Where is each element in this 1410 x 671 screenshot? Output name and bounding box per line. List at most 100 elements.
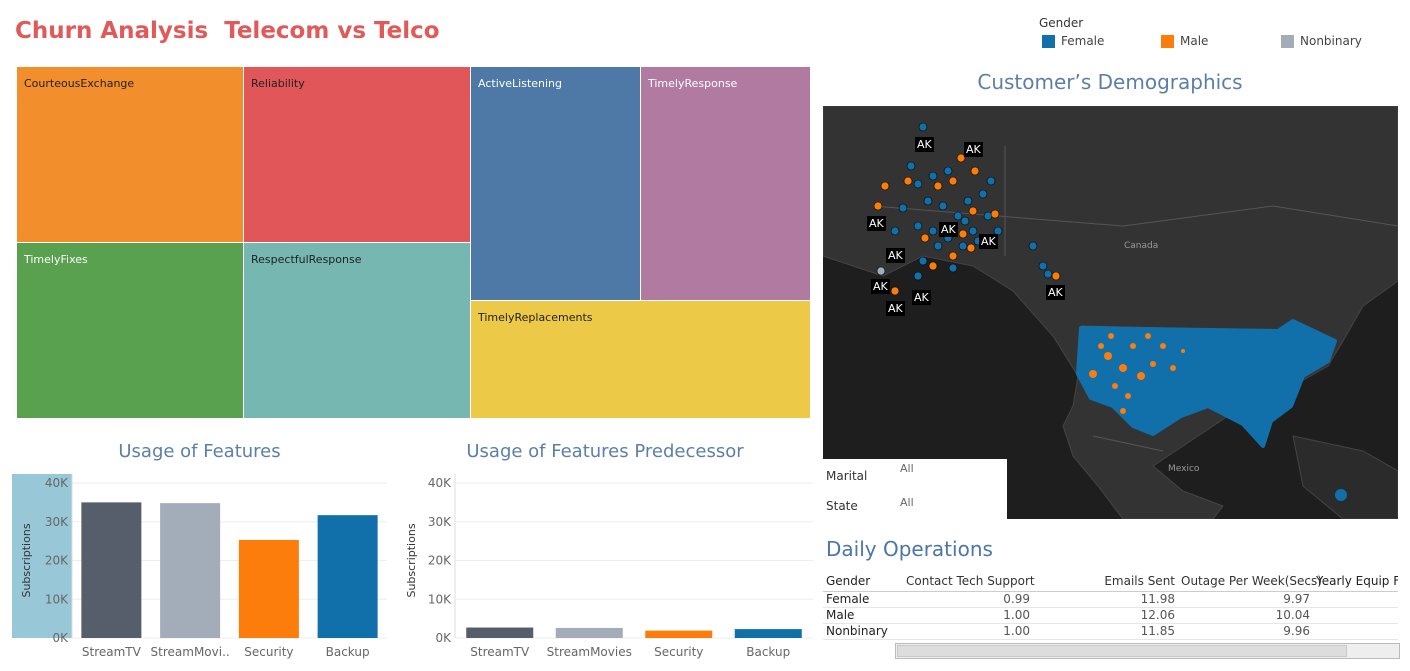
column-header[interactable]: Yearly Equip F (1313, 572, 1398, 592)
legend-item-male[interactable]: Male (1161, 34, 1208, 48)
x-tick-label: Security (654, 645, 703, 659)
table-cell (1313, 607, 1398, 624)
column-header[interactable]: Gender (823, 572, 903, 592)
y-tick-label: 40K (45, 476, 69, 490)
x-tick-label: Backup (326, 645, 370, 659)
legend-swatch-female (1042, 34, 1055, 48)
legend-swatch-male (1161, 34, 1174, 48)
map-label-ak: AK (964, 142, 983, 157)
bar (555, 627, 623, 638)
column-header[interactable]: Emails Sent (1033, 572, 1178, 592)
filter-state-label: State (826, 499, 858, 513)
filter-marital-label: Marital (826, 469, 868, 483)
table-row: Male 1.00 12.06 10.04 (823, 607, 1398, 624)
table-row: Female 0.99 11.98 9.97 (823, 591, 1398, 608)
scrollbar-thumb[interactable] (897, 645, 1347, 657)
bar (466, 627, 534, 638)
treemap-tile-active-listening[interactable]: ActiveListening (470, 66, 641, 301)
filter-state-value[interactable]: All (900, 496, 914, 509)
usage-chart-title: Usage of Features (118, 441, 281, 462)
legend-label: Female (1061, 34, 1105, 48)
y-tick-label: 10K (428, 592, 452, 606)
table-cell: 11.98 (1033, 591, 1178, 608)
usage-of-features-chart: 0K 10K 20K 30K 40K Subscriptions StreamTV Strea… (12, 474, 387, 659)
tile-label: TimelyResponse (648, 77, 738, 90)
tile-label: TimelyReplacements (478, 311, 593, 324)
table-cell: 1.00 (903, 623, 1033, 640)
gender-legend: Gender Female Male Nonbinary (1039, 15, 1379, 55)
map-canvas (823, 106, 1398, 519)
x-tick-label: Security (244, 645, 293, 659)
y-tick-label: 20K (428, 554, 452, 568)
table-cell: 0.99 (903, 591, 1033, 608)
tile-label: CourteousExchange (24, 77, 135, 90)
x-tick-label: StreamTV (82, 645, 142, 659)
usage-predecessor-chart: 0K 10K 20K 30K 40K Subscriptions StreamTV Strea… (405, 474, 813, 659)
map-label-ak: AK (886, 301, 905, 316)
table-header-row: Gender Contact Tech Support Emails Sent … (823, 572, 1398, 592)
map-filters: Marital All State All (823, 459, 1007, 519)
map-label-ak: AK (886, 248, 905, 263)
x-tick-label: StreamMovi.. (151, 645, 230, 659)
table-row: Nonbinary 1.00 11.85 9.96 (823, 623, 1398, 640)
table-cell: Male (823, 607, 903, 624)
treemap-tile-timely-response[interactable]: TimelyResponse (640, 66, 811, 301)
x-tick-label: Backup (746, 645, 790, 659)
table-horizontal-scrollbar[interactable] (895, 643, 1400, 659)
legend-title: Gender (1039, 16, 1084, 30)
table-cell (1313, 591, 1398, 608)
filter-marital-value[interactable]: All (900, 462, 914, 475)
treemap-tile-timely-replacements[interactable]: TimelyReplacements (470, 300, 811, 419)
daily-operations-table: Gender Contact Tech Support Emails Sent … (823, 572, 1398, 646)
table-cell: 12.06 (1033, 607, 1178, 624)
column-header[interactable]: Outage Per Week(Secs) (1178, 572, 1322, 592)
map-label-ak: AK (939, 222, 958, 237)
tile-label: Reliability (251, 77, 305, 90)
table-cell: 9.97 (1178, 591, 1313, 608)
column-header[interactable]: Contact Tech Support (903, 572, 1035, 592)
y-tick-label: 30K (428, 515, 452, 529)
treemap-tile-courteous-exchange[interactable]: CourteousExchange (16, 66, 244, 243)
dashboard-title: Churn Analysis Telecom vs Telco (15, 18, 440, 44)
table-cell: 1.00 (903, 607, 1033, 624)
demographics-title: Customer’s Demographics (977, 70, 1243, 94)
table-cell: 11.85 (1033, 623, 1178, 640)
legend-swatch-nonbinary (1281, 34, 1294, 48)
bar (238, 539, 299, 638)
map-label-mexico: Mexico (1168, 464, 1200, 474)
map-label-ak: AK (871, 279, 890, 294)
treemap-tile-respectful-response[interactable]: RespectfulResponse (243, 242, 471, 419)
satisfaction-treemap: CourteousExchange Reliability ActiveList… (16, 66, 811, 419)
y-tick-label: 30K (45, 515, 69, 529)
map-label-ak: AK (912, 290, 931, 305)
legend-item-nonbinary[interactable]: Nonbinary (1281, 34, 1362, 48)
y-axis-label: Subscriptions (20, 523, 33, 597)
table-cell: Female (823, 591, 903, 608)
table-cell: 10.04 (1178, 607, 1313, 624)
y-tick-label: 0K (52, 631, 69, 645)
legend-label: Nonbinary (1300, 34, 1362, 48)
y-tick-label: 0K (435, 631, 452, 645)
bar (645, 630, 713, 638)
map-label-ak: AK (1046, 285, 1065, 300)
legend-label: Male (1180, 34, 1209, 48)
tile-label: RespectfulResponse (251, 253, 362, 266)
bar (160, 503, 221, 638)
legend-item-female[interactable]: Female (1042, 34, 1104, 48)
table-cell: 9.96 (1178, 623, 1313, 640)
treemap-tile-timely-fixes[interactable]: TimelyFixes (16, 242, 244, 419)
map-label-ak: AK (979, 234, 998, 249)
map-label-canada: Canada (1124, 241, 1159, 251)
x-tick-label: StreamMovies (547, 645, 632, 659)
bar (81, 502, 142, 638)
demographics-map[interactable]: AK AK AK AK AK AK AK AK AK AK Canada Mex… (823, 106, 1398, 519)
bar (317, 515, 378, 638)
treemap-tile-reliability[interactable]: Reliability (243, 66, 471, 243)
table-cell (1313, 623, 1398, 640)
bar (734, 629, 802, 638)
y-axis-label: Subscriptions (405, 523, 418, 597)
map-label-ak: AK (915, 137, 934, 152)
tile-label: TimelyFixes (24, 253, 88, 266)
y-tick-label: 20K (45, 554, 69, 568)
daily-operations-title: Daily Operations (826, 537, 993, 561)
